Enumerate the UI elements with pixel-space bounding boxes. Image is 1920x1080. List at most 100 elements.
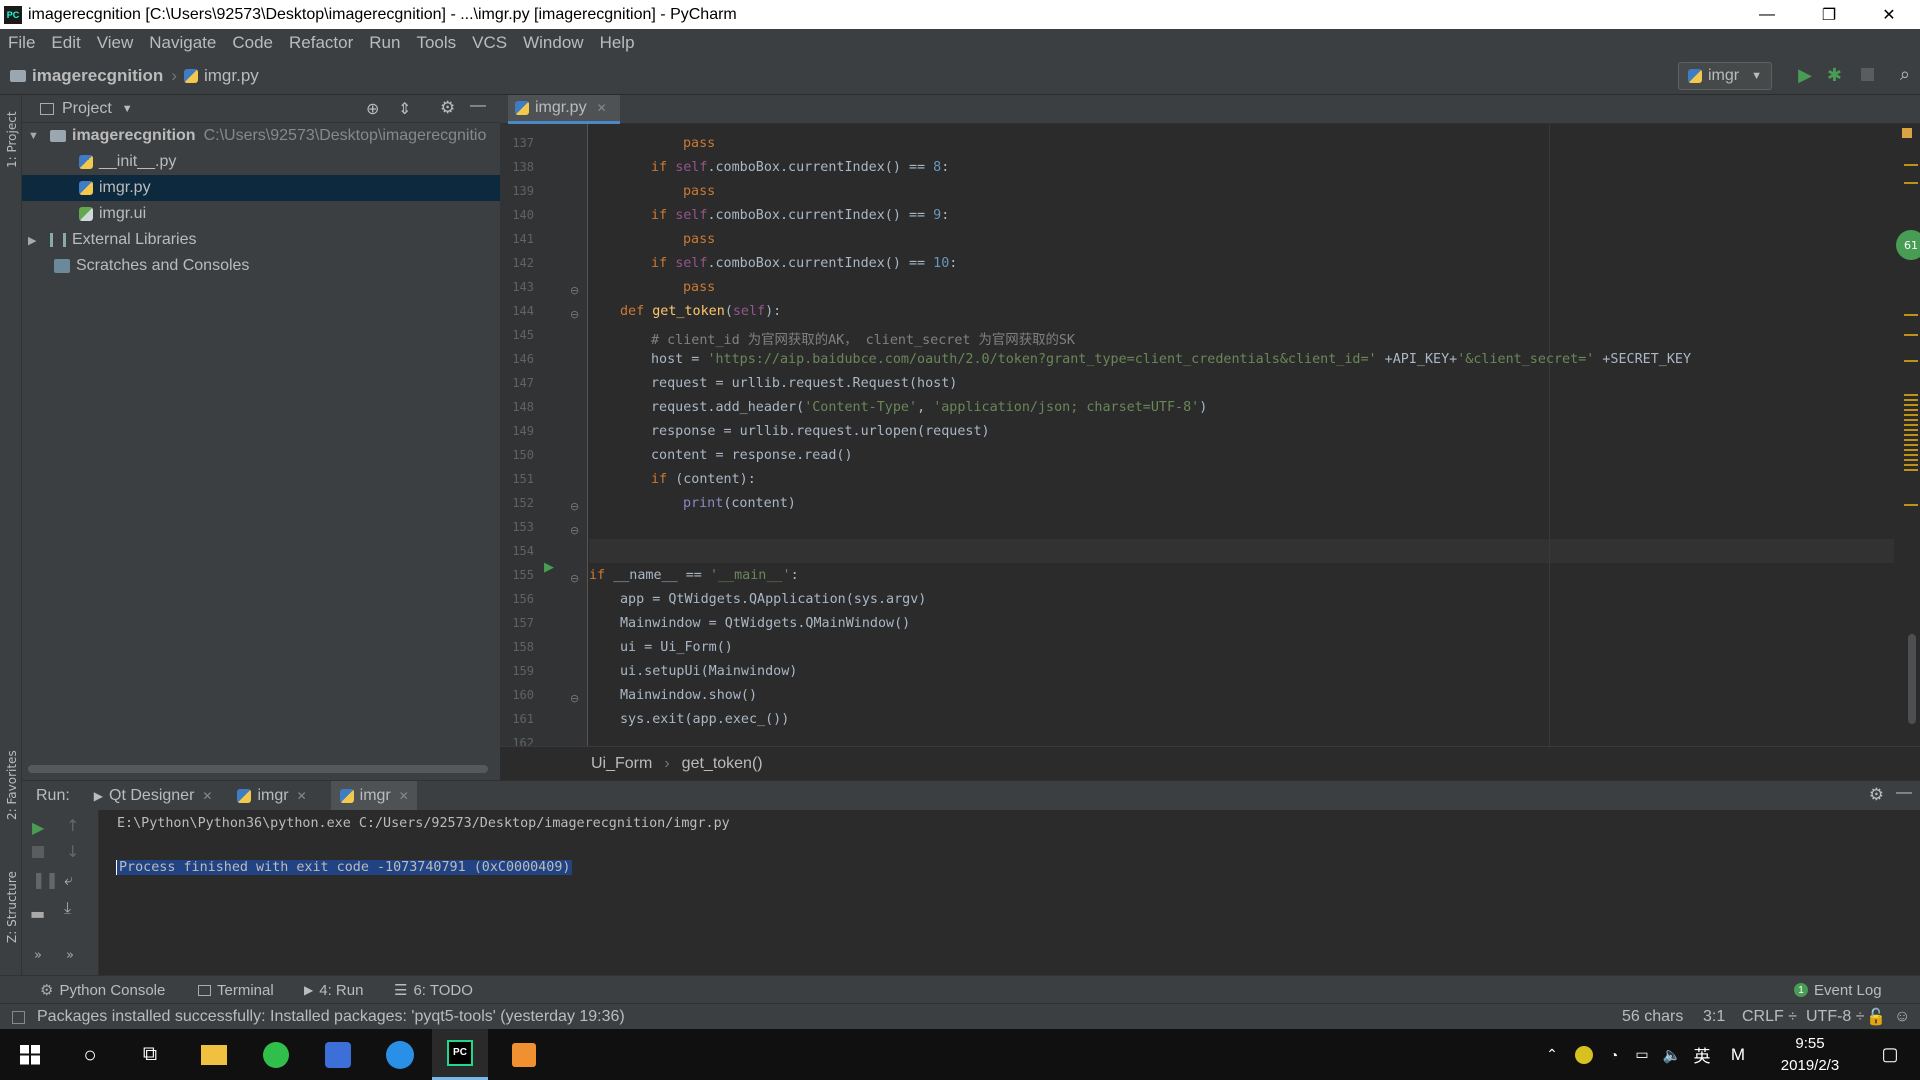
breadcrumb-class[interactable]: Ui_Form bbox=[591, 755, 652, 773]
nav-file[interactable]: imgr.py bbox=[204, 66, 259, 86]
tree-file-ui[interactable]: imgr.ui bbox=[22, 201, 500, 227]
menu-help[interactable]: Help bbox=[600, 33, 635, 53]
more-icon[interactable]: » bbox=[66, 948, 74, 963]
fold-icon[interactable]: ⊖ bbox=[570, 572, 579, 585]
collapse-icon[interactable]: ⇕ bbox=[398, 99, 411, 119]
locate-icon[interactable]: ⊕ bbox=[366, 99, 379, 119]
layout-icon[interactable]: ▬ bbox=[30, 904, 45, 923]
status-line-separator[interactable]: CRLF ÷ bbox=[1742, 1004, 1797, 1030]
run-config-dropdown[interactable]: imgr ▼ bbox=[1678, 62, 1772, 90]
run-gutter-icon[interactable]: ▶ bbox=[544, 560, 554, 575]
menu-view[interactable]: View bbox=[97, 33, 134, 53]
expand-arrow-icon[interactable]: ▼ bbox=[28, 130, 42, 142]
project-panel-header: Project ▼ ⊕ ⇕ ⚙ — bbox=[22, 95, 500, 123]
tree-file-init[interactable]: __init__.py bbox=[22, 149, 500, 175]
run-console-output[interactable]: E:\Python\Python36\python.exe C:/Users/9… bbox=[99, 810, 1920, 975]
fold-icon[interactable]: ⊖ bbox=[570, 500, 579, 513]
scroll-thumb[interactable] bbox=[1908, 634, 1916, 724]
up-arrow-icon[interactable]: ↑ bbox=[66, 816, 79, 835]
hide-icon[interactable]: — bbox=[470, 97, 486, 115]
chevron-down-icon[interactable]: ▼ bbox=[122, 103, 133, 115]
clock-date: 2019/2/3 bbox=[1780, 1057, 1840, 1074]
close-button[interactable]: ✕ bbox=[1866, 0, 1912, 29]
menu-window[interactable]: Window bbox=[523, 33, 583, 53]
tree-external-libraries[interactable]: ▶ External Libraries bbox=[22, 227, 500, 253]
ime-mode-indicator[interactable]: M bbox=[1710, 1029, 1766, 1080]
feather-app-icon[interactable] bbox=[310, 1029, 366, 1080]
pause-icon[interactable]: ❚❚ bbox=[32, 870, 59, 889]
horizontal-scrollbar[interactable] bbox=[28, 765, 488, 773]
menu-code[interactable]: Code bbox=[232, 33, 273, 53]
tree-scratches[interactable]: Scratches and Consoles bbox=[22, 253, 500, 279]
fold-icon[interactable]: ⊖ bbox=[570, 308, 579, 321]
run-icon[interactable]: ▶ bbox=[1798, 65, 1812, 86]
run-tool-tab[interactable]: ▶ 4: Run bbox=[304, 976, 363, 1004]
close-icon[interactable]: ✕ bbox=[597, 101, 607, 115]
browser-icon[interactable] bbox=[248, 1029, 304, 1080]
pycharm-taskbar-icon[interactable]: PC bbox=[432, 1029, 488, 1080]
status-position[interactable]: 3:1 bbox=[1703, 1004, 1725, 1030]
close-icon[interactable]: ✕ bbox=[202, 789, 212, 803]
windows-start-icon[interactable] bbox=[2, 1029, 58, 1080]
gear-icon[interactable]: ⚙ bbox=[440, 98, 455, 118]
status-encoding[interactable]: UTF-8 ÷ bbox=[1806, 1004, 1865, 1030]
fold-icon[interactable]: ⊖ bbox=[570, 524, 579, 537]
editor-scrollbar[interactable]: 61 bbox=[1894, 124, 1920, 746]
minimize-button[interactable]: — bbox=[1744, 0, 1790, 29]
notification-icon[interactable]: ▢ bbox=[1862, 1029, 1918, 1080]
project-tool-button[interactable]: 1: Project bbox=[5, 111, 19, 168]
menu-navigate[interactable]: Navigate bbox=[149, 33, 216, 53]
maximize-button[interactable]: ❐ bbox=[1806, 0, 1852, 29]
media-player-icon[interactable] bbox=[496, 1029, 552, 1080]
menu-run[interactable]: Run bbox=[369, 33, 400, 53]
nav-project[interactable]: imagerecgnition bbox=[32, 66, 163, 86]
task-view-icon[interactable]: ⧉ bbox=[122, 1029, 178, 1080]
inspection-badge[interactable]: 61 bbox=[1896, 230, 1920, 260]
expand-arrow-icon[interactable]: ▶ bbox=[28, 234, 42, 247]
fold-icon[interactable]: ⊖ bbox=[570, 692, 579, 705]
hide-icon[interactable]: — bbox=[1896, 784, 1912, 802]
run-tab-qt-designer[interactable]: ▶ Qt Designer ✕ bbox=[94, 787, 213, 805]
close-icon[interactable]: ✕ bbox=[297, 789, 307, 803]
soft-wrap-icon[interactable]: ⤶ bbox=[64, 870, 73, 890]
breadcrumb-method[interactable]: get_token() bbox=[682, 755, 763, 773]
event-log-tab[interactable]: 1 Event Log bbox=[1794, 976, 1882, 1004]
warning-marker[interactable] bbox=[1902, 128, 1912, 138]
tab-imgr-py[interactable]: imgr.py ✕ bbox=[508, 95, 620, 124]
down-arrow-icon[interactable]: ↓ bbox=[66, 842, 79, 861]
close-icon[interactable]: ✕ bbox=[399, 789, 409, 803]
run-tab-imgr-1[interactable]: imgr ✕ bbox=[236, 787, 307, 805]
gear-icon[interactable]: ⚙ bbox=[1869, 785, 1884, 805]
more-icon[interactable]: » bbox=[34, 948, 42, 963]
menu-refactor[interactable]: Refactor bbox=[289, 33, 353, 53]
menu-tools[interactable]: Tools bbox=[416, 33, 456, 53]
scroll-to-end-icon[interactable]: ⤓ bbox=[64, 898, 71, 918]
file-explorer-icon[interactable] bbox=[186, 1029, 242, 1080]
search-icon[interactable]: ⌕ bbox=[1900, 64, 1910, 85]
menu-file[interactable]: File bbox=[8, 33, 35, 53]
inspector-icon[interactable]: ☺ bbox=[1894, 1004, 1910, 1030]
status-toggle-icon[interactable] bbox=[12, 1010, 25, 1024]
stop-icon[interactable] bbox=[32, 846, 44, 858]
status-message[interactable]: Packages installed successfully: Install… bbox=[12, 1004, 625, 1030]
structure-tool-button[interactable]: Z: Structure bbox=[5, 871, 19, 943]
tree-file-imgr[interactable]: imgr.py bbox=[22, 175, 500, 201]
clock[interactable]: 9:55 2019/2/3 bbox=[1762, 1033, 1858, 1077]
project-panel-title[interactable]: Project bbox=[62, 100, 112, 118]
todo-tab[interactable]: ☰ 6: TODO bbox=[394, 976, 473, 1004]
run-tab-imgr-2[interactable]: imgr ✕ bbox=[330, 780, 417, 811]
python-console-tab[interactable]: ⚙ Python Console bbox=[40, 976, 165, 1004]
menu-edit[interactable]: Edit bbox=[51, 33, 80, 53]
favorites-tool-button[interactable]: 2: Favorites bbox=[5, 750, 19, 820]
debug-icon[interactable]: ✱ bbox=[1827, 65, 1842, 86]
lock-icon[interactable]: 🔓 bbox=[1866, 1004, 1886, 1030]
terminal-tab[interactable]: Terminal bbox=[198, 976, 274, 1004]
stop-icon[interactable] bbox=[1861, 68, 1874, 81]
code-editor[interactable]: pass if self.comboBox.currentIndex() == … bbox=[589, 124, 1894, 746]
rerun-icon[interactable]: ▶ bbox=[32, 818, 44, 837]
menu-vcs[interactable]: VCS bbox=[472, 33, 507, 53]
fold-icon[interactable]: ⊖ bbox=[570, 284, 579, 297]
search-icon[interactable]: ○ bbox=[62, 1029, 118, 1080]
tree-root[interactable]: ▼ imagerecgnition C:\Users\92573\Desktop… bbox=[22, 123, 500, 149]
messenger-icon[interactable] bbox=[372, 1029, 428, 1080]
